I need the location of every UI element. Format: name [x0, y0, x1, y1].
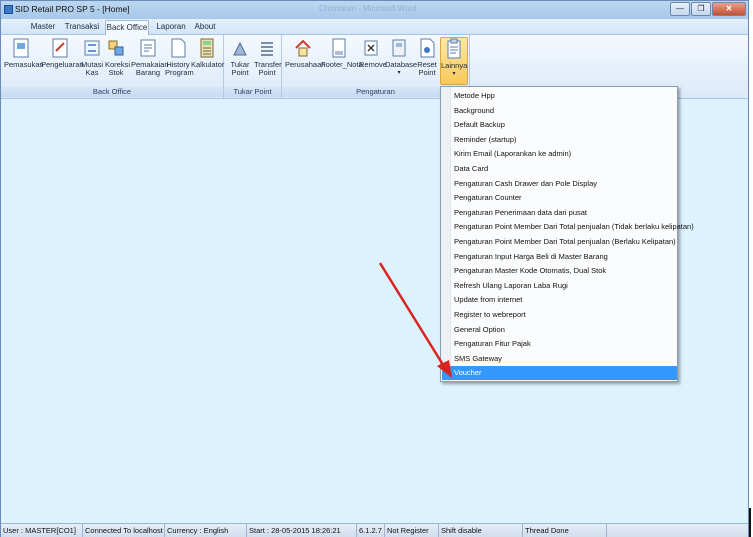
arrow-shaft — [378, 262, 447, 369]
window-edge-marker — [749, 508, 751, 537]
arrow-head — [437, 360, 452, 378]
annotation-arrow — [378, 262, 452, 378]
